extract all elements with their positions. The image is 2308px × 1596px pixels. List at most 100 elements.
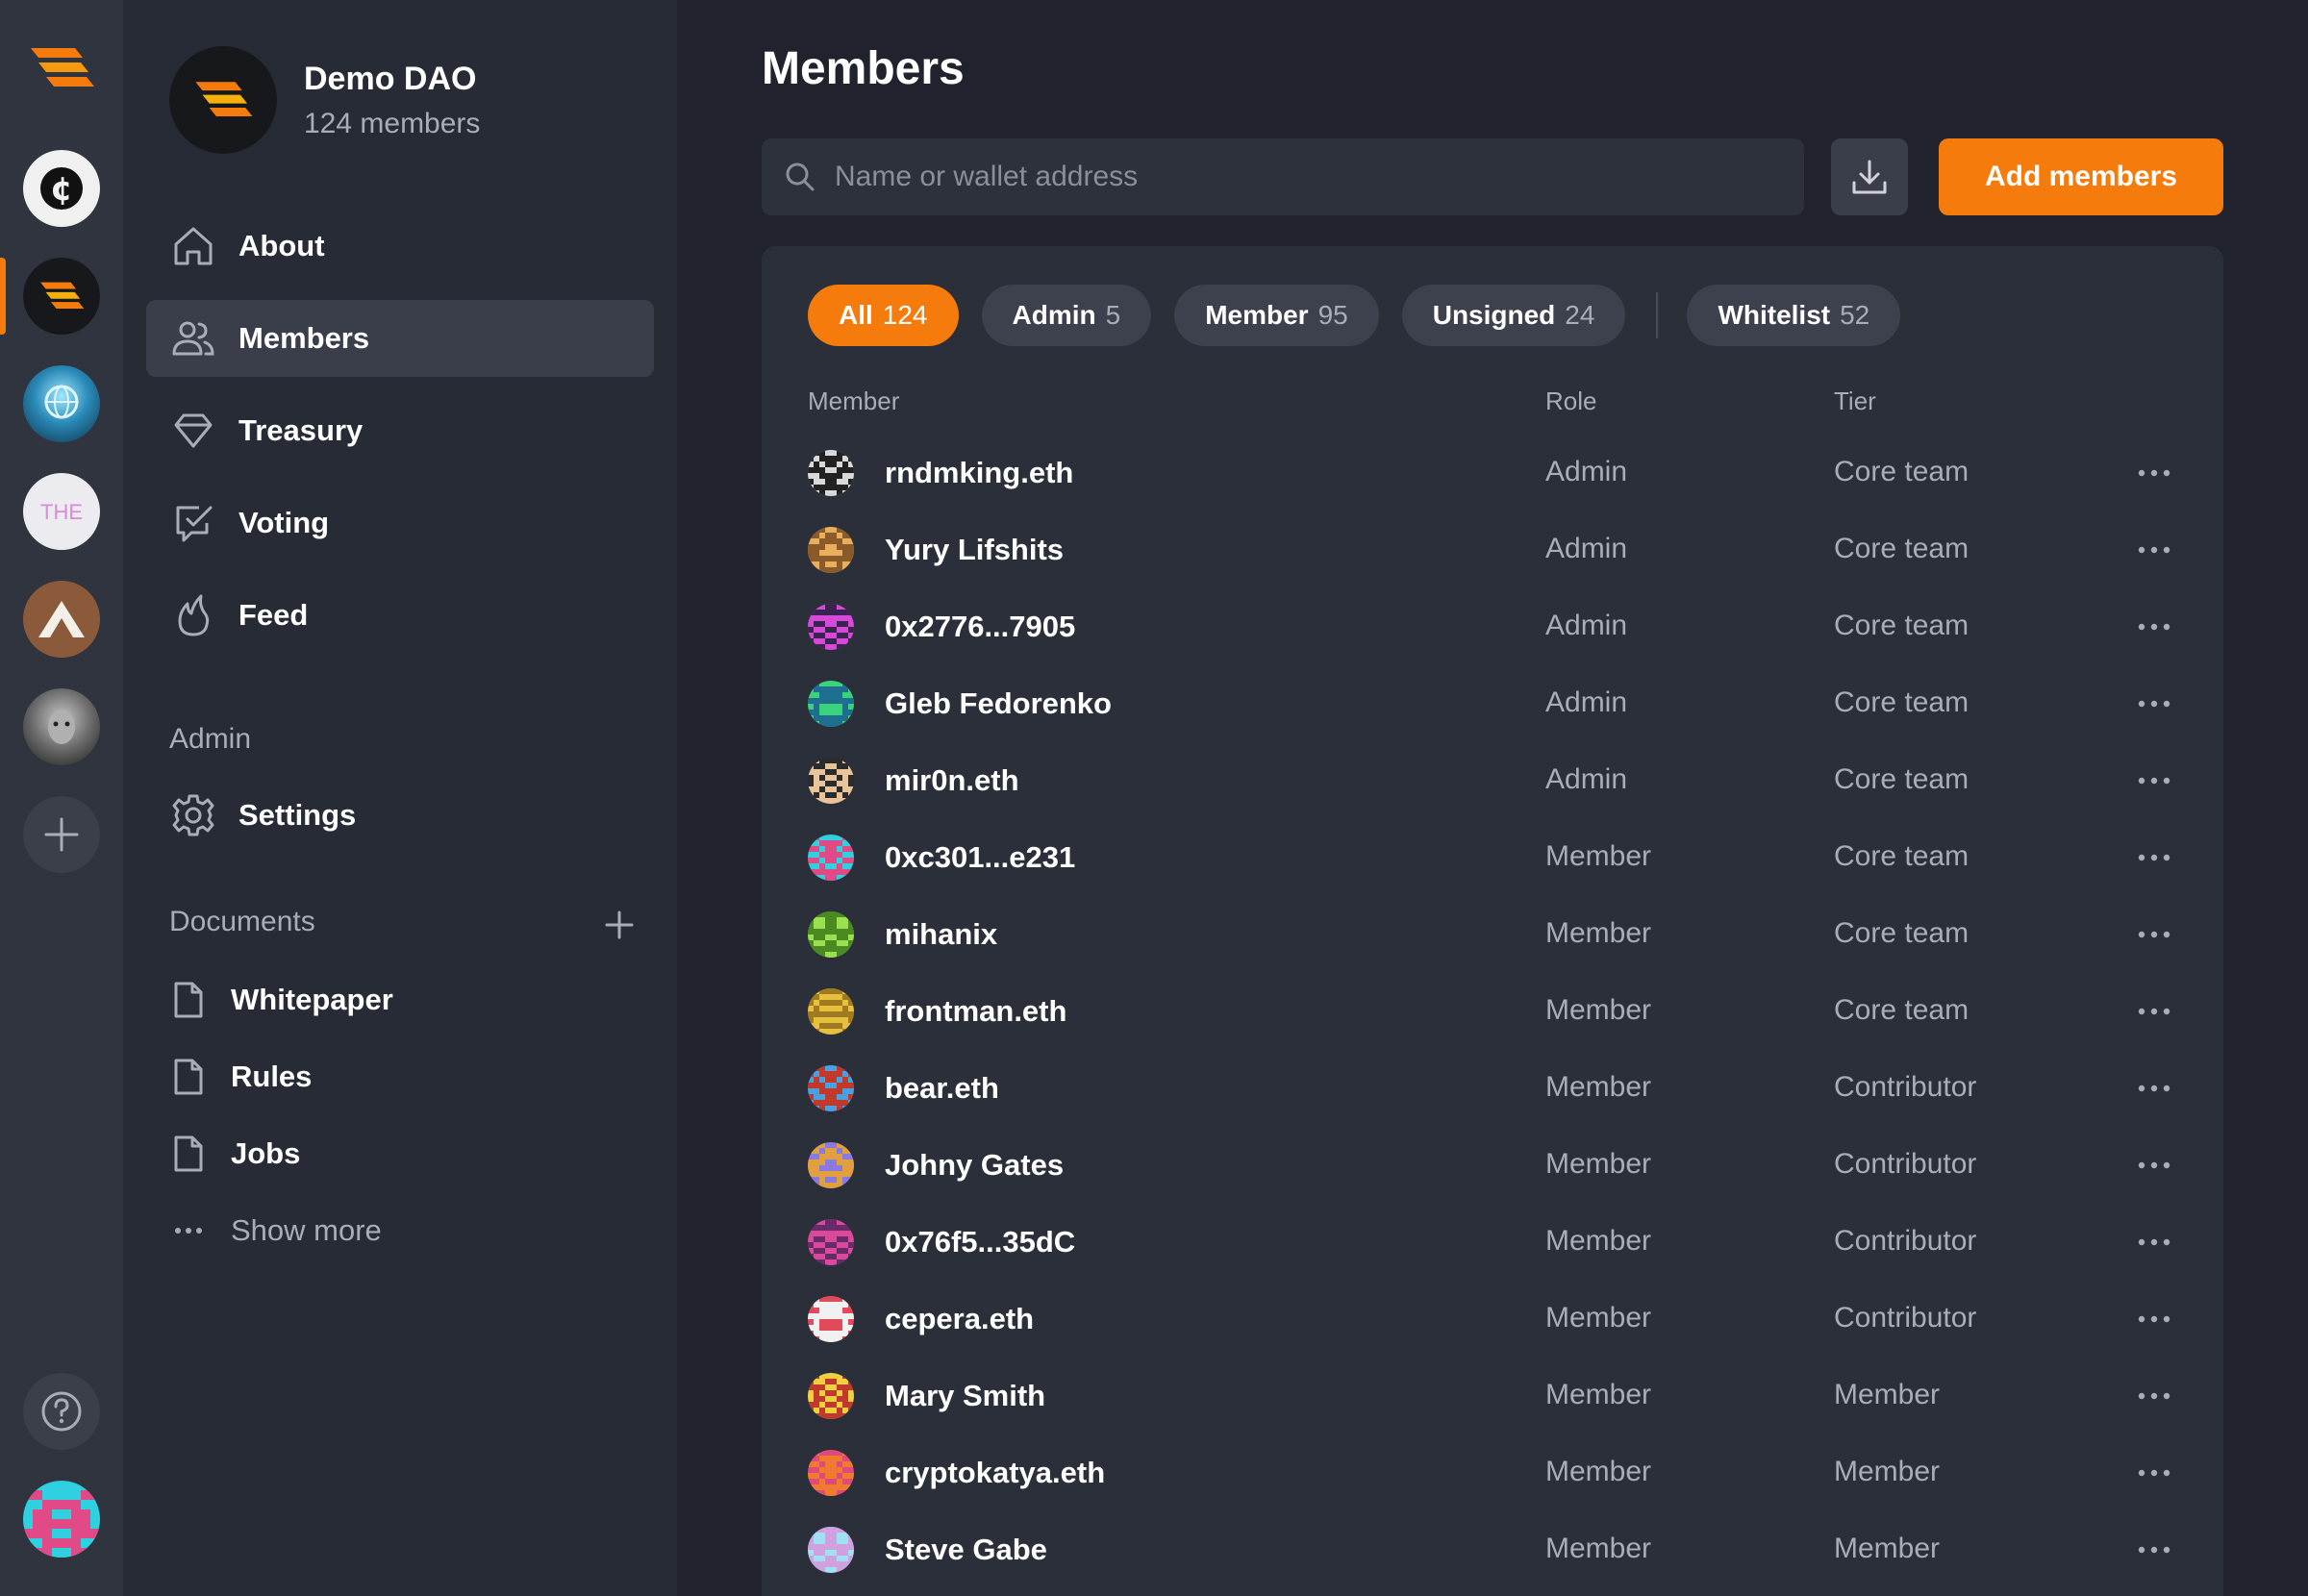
row-more-button[interactable] [2135, 763, 2173, 798]
filter-chip-whitelist[interactable]: Whitelist 52 [1687, 285, 1901, 346]
filter-chip-unsigned[interactable]: Unsigned 24 [1401, 285, 1626, 346]
table-row[interactable]: Mary Smith Member Member [808, 1358, 2193, 1434]
sidebar-item-settings[interactable]: Settings [146, 777, 654, 854]
row-more-button[interactable] [2135, 1533, 2173, 1567]
member-avatar [808, 1450, 854, 1496]
sidebar-item-members[interactable]: Members [146, 300, 654, 377]
member-role: Member [1545, 1071, 1652, 1103]
member-avatar [808, 1065, 854, 1111]
table-row[interactable]: rndmking.eth Admin Core team [808, 435, 2193, 511]
filter-chip-member[interactable]: Member 95 [1174, 285, 1379, 346]
member-tier: Contributor [1834, 1148, 1977, 1180]
member-avatar [808, 527, 854, 573]
search-box [762, 138, 1804, 215]
table-row[interactable]: Steve Gabe Member Member [808, 1511, 2193, 1588]
user-avatar[interactable] [23, 1481, 100, 1558]
row-more-button[interactable] [2135, 456, 2173, 490]
row-more-button[interactable] [2135, 840, 2173, 875]
home-icon [169, 222, 217, 270]
space-globe-icon[interactable] [23, 365, 100, 442]
member-avatar [808, 988, 854, 1035]
member-name: Gleb Fedorenko [885, 686, 1112, 720]
sidebar-item-feed[interactable]: Feed [146, 577, 654, 654]
search-input[interactable] [835, 161, 1758, 193]
more-dots-icon [2138, 1161, 2170, 1169]
sidebar-item-label: Voting [238, 506, 330, 539]
filter-chip-admin[interactable]: Admin 5 [981, 285, 1152, 346]
table-row[interactable]: bear.eth Member Contributor [808, 1050, 2193, 1127]
more-dots-icon [2138, 546, 2170, 554]
filter-count: 95 [1317, 300, 1348, 330]
table-row[interactable]: 0x76f5...35dC Member Contributor [808, 1204, 2193, 1281]
member-name: Mary Smith [885, 1379, 1046, 1412]
row-more-button[interactable] [2135, 1379, 2173, 1413]
space-portrait-icon[interactable] [23, 688, 100, 765]
table-row[interactable]: cepera.eth Member Contributor [808, 1281, 2193, 1358]
row-more-button[interactable] [2135, 1225, 2173, 1259]
document-item-rules[interactable]: Rules [169, 1048, 650, 1106]
row-more-button[interactable] [2135, 686, 2173, 721]
table-row[interactable]: Johny Gates Member Contributor [808, 1127, 2193, 1204]
member-tier: Contributor [1834, 1302, 1977, 1334]
add-document-button[interactable] [600, 906, 639, 944]
row-more-button[interactable] [2135, 1456, 2173, 1490]
row-more-button[interactable] [2135, 1071, 2173, 1106]
member-avatar [808, 450, 854, 496]
sidebar-item-treasury[interactable]: Treasury [146, 392, 654, 469]
table-row[interactable]: mir0n.eth Admin Core team [808, 742, 2193, 819]
download-button[interactable] [1831, 138, 1908, 215]
table-row[interactable]: Gleb Fedorenko Admin Core team [808, 665, 2193, 742]
column-header-role[interactable]: Role [1545, 387, 1596, 416]
column-header-member[interactable]: Member [808, 387, 899, 416]
document-item-whitepaper[interactable]: Whitepaper [169, 971, 650, 1029]
app-logo-icon[interactable] [25, 44, 98, 92]
sidebar-item-label: Feed [238, 598, 309, 632]
more-dots-icon [2138, 1085, 2170, 1092]
sidebar-item-about[interactable]: About [146, 208, 654, 285]
sidebar-item-label: Treasury [238, 413, 364, 447]
sidebar-item-label: Members [238, 321, 370, 355]
filter-count: 24 [1565, 300, 1595, 330]
show-more-documents[interactable]: Show more [169, 1202, 650, 1259]
column-header-tier[interactable]: Tier [1834, 387, 1876, 416]
admin-section-title: Admin [169, 723, 252, 755]
add-members-button[interactable]: Add members [1939, 138, 2223, 215]
more-dots-icon [2138, 1008, 2170, 1015]
sidebar-item-voting[interactable]: Voting [146, 485, 654, 561]
row-more-button[interactable] [2135, 533, 2173, 567]
document-label: Whitepaper [231, 983, 393, 1016]
table-row[interactable]: frontman.eth Member Core team [808, 973, 2193, 1050]
space-peak-icon[interactable] [23, 581, 100, 658]
filter-chip-all[interactable]: All 124 [808, 285, 959, 346]
space-cent-coin-icon[interactable]: ¢ [23, 150, 100, 227]
member-tier: Contributor [1834, 1225, 1977, 1257]
space-demo-dao-icon[interactable] [23, 258, 100, 335]
member-avatar [808, 835, 854, 881]
document-label: Jobs [231, 1136, 301, 1170]
member-tier: Core team [1834, 917, 1969, 949]
row-more-button[interactable] [2135, 994, 2173, 1029]
member-name: Steve Gabe [885, 1533, 1047, 1566]
table-row[interactable]: Yury Lifshits Admin Core team [808, 511, 2193, 588]
more-dots-icon [2138, 854, 2170, 861]
members-panel: All 124 Admin 5 Member 95 Unsigned 24 Wh… [762, 246, 2223, 1596]
member-role: Member [1545, 1148, 1652, 1180]
add-space-button[interactable] [23, 796, 100, 873]
row-more-button[interactable] [2135, 1148, 2173, 1183]
table-row[interactable]: 0x2776...7905 Admin Core team [808, 588, 2193, 665]
space-the-icon[interactable]: THE [23, 473, 100, 550]
row-more-button[interactable] [2135, 917, 2173, 952]
table-row[interactable]: 0xc301...e231 Member Core team [808, 819, 2193, 896]
table-row[interactable]: mihanix Member Core team [808, 896, 2193, 973]
filter-chips: All 124 Admin 5 Member 95 Unsigned 24 Wh… [808, 285, 1923, 346]
member-name: rndmking.eth [885, 456, 1074, 489]
row-more-button[interactable] [2135, 610, 2173, 644]
member-role: Member [1545, 1302, 1652, 1334]
row-more-button[interactable] [2135, 1302, 2173, 1336]
dao-logo-icon[interactable] [169, 46, 277, 154]
document-item-jobs[interactable]: Jobs [169, 1125, 650, 1183]
table-row[interactable]: cryptokatya.eth Member Member [808, 1434, 2193, 1511]
more-dots-icon [2138, 1546, 2170, 1554]
help-button[interactable] [23, 1373, 100, 1450]
member-avatar [808, 911, 854, 958]
